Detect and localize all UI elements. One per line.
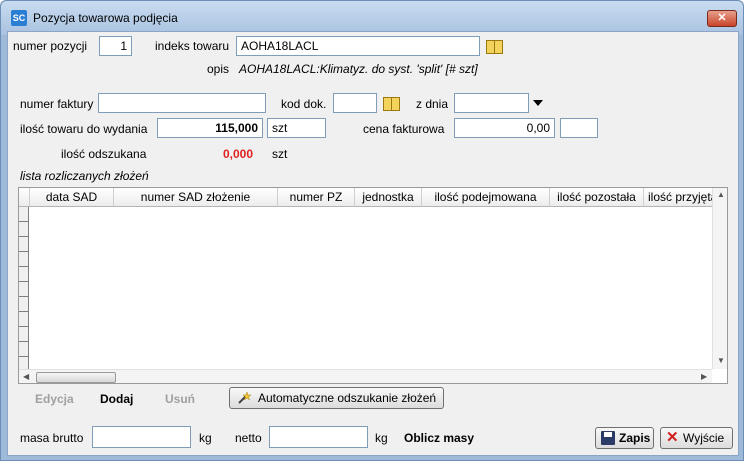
column-header[interactable]: numer PZ [278, 188, 355, 206]
column-header[interactable]: ilość podejmowana [422, 188, 550, 206]
save-label: Zapis [619, 431, 651, 445]
cena-fakturowa-field[interactable]: 0,00 [454, 118, 555, 138]
row-indicator[interactable] [19, 237, 29, 252]
auto-search-label: Automatyczne odszukanie złożeń [258, 391, 437, 405]
close-button[interactable]: ✕ [707, 10, 737, 27]
cena-fakturowa-label: cena fakturowa [363, 122, 445, 136]
column-header[interactable]: data SAD [30, 188, 114, 206]
exit-label: Wyjście [683, 431, 725, 445]
save-icon [601, 431, 615, 445]
row-indicator[interactable] [19, 222, 29, 237]
ilosc-do-wydania-label: ilość towaru do wydania [20, 122, 148, 136]
row-indicator[interactable] [19, 297, 29, 312]
opis-value: AOHA18LACL:Klimatyz. do syst. 'split' [#… [239, 62, 478, 76]
usun-link[interactable]: Usuń [165, 392, 195, 406]
wand-icon [238, 391, 251, 404]
netto-unit: kg [375, 431, 388, 445]
numer-pozycji-label: numer pozycji [13, 39, 88, 53]
numer-faktury-field[interactable] [98, 93, 266, 113]
masa-brutto-field[interactable] [92, 426, 191, 448]
scroll-right-icon[interactable]: ▶ [701, 372, 707, 381]
row-indicator[interactable] [19, 267, 29, 282]
numer-pozycji-field[interactable]: 1 [99, 36, 132, 56]
book-icon[interactable] [486, 39, 503, 54]
column-header[interactable]: numer SAD złożenie [114, 188, 278, 206]
scroll-up-icon[interactable]: ▲ [717, 190, 725, 199]
scroll-thumb[interactable] [36, 372, 116, 383]
row-indicator[interactable] [19, 342, 29, 357]
netto-field[interactable] [269, 426, 368, 448]
column-header[interactable]: jednostka [355, 188, 422, 206]
row-indicator[interactable] [19, 312, 29, 327]
ilosc-do-wydania-unit-field[interactable]: szt [267, 118, 326, 138]
auto-search-button[interactable]: Automatyczne odszukanie złożeń [229, 387, 444, 409]
oblicz-masy-link[interactable]: Oblicz masy [404, 431, 474, 445]
zlozenia-grid[interactable]: data SAD numer SAD złożenie numer PZ jed… [18, 187, 728, 384]
masa-brutto-unit: kg [199, 431, 212, 445]
kod-dok-label: kod dok. [281, 97, 327, 111]
indeks-towaru-label: indeks towaru [155, 39, 230, 53]
row-indicator[interactable] [19, 207, 29, 222]
numer-faktury-label: numer faktury [20, 97, 94, 111]
opis-label: opis [207, 62, 230, 76]
vertical-scrollbar[interactable]: ▲ ▼ [712, 188, 727, 369]
save-button[interactable]: Zapis [595, 427, 654, 449]
book-icon[interactable] [383, 96, 400, 111]
z-dnia-field[interactable] [454, 93, 529, 113]
edycja-link[interactable]: Edycja [35, 392, 74, 406]
ilosc-do-wydania-field[interactable]: 115,000 [157, 118, 263, 138]
date-dropdown-icon[interactable] [533, 100, 543, 106]
grid-header: data SAD numer SAD złożenie numer PZ jed… [19, 188, 716, 207]
column-header[interactable]: ilość przyjęta [644, 188, 716, 206]
scroll-down-icon[interactable]: ▼ [717, 356, 725, 365]
horizontal-scrollbar[interactable]: ◀ ▶ [19, 369, 712, 383]
close-x-icon: ✕ [666, 429, 679, 446]
title-bar[interactable]: SC Pozycja towarowa podjęcia ✕ [1, 1, 743, 35]
row-indicator[interactable] [19, 252, 29, 267]
ilosc-odszukana-value: 0,000 [223, 147, 254, 161]
netto-label: netto [235, 431, 262, 445]
dialog-body: numer pozycji 1 indeks towaru AOHA18LACL… [7, 31, 739, 456]
lista-label: lista rozliczanych złożeń [20, 169, 149, 183]
ilosc-odszukana-label: ilość odszukana [61, 147, 147, 161]
row-indicator[interactable] [19, 282, 29, 297]
indeks-towaru-field[interactable]: AOHA18LACL [236, 36, 480, 56]
window-title: Pozycja towarowa podjęcia [33, 11, 178, 25]
z-dnia-label: z dnia [416, 97, 449, 111]
masa-brutto-label: masa brutto [20, 431, 84, 445]
currency-field[interactable] [560, 118, 598, 138]
column-header[interactable]: ilość pozostała [550, 188, 644, 206]
exit-button[interactable]: ✕ Wyjście [660, 427, 733, 449]
app-icon: SC [11, 10, 27, 26]
grid-corner [19, 188, 30, 206]
row-indicator[interactable] [19, 327, 29, 342]
kod-dok-field[interactable] [333, 93, 377, 113]
dialog-window: SC Pozycja towarowa podjęcia ✕ numer poz… [0, 0, 744, 461]
dodaj-link[interactable]: Dodaj [100, 392, 133, 406]
scroll-left-icon[interactable]: ◀ [23, 372, 29, 381]
ilosc-odszukana-unit: szt [272, 147, 288, 161]
